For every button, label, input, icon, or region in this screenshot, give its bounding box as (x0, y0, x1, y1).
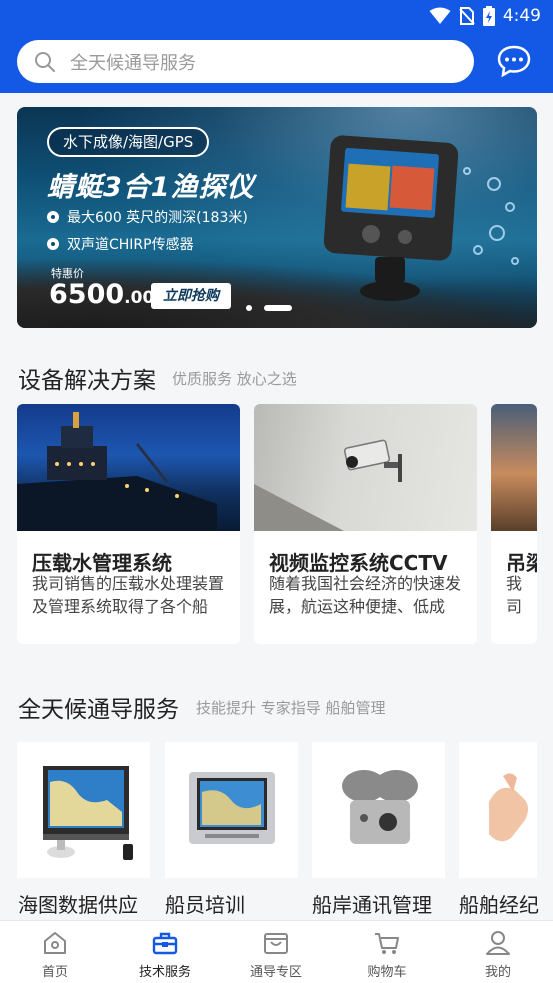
solution-card[interactable]: 吊梁 我司梁 (491, 404, 537, 644)
price-main: 6500 (49, 279, 125, 310)
cctv-camera-image (254, 404, 477, 531)
search-placeholder[interactable]: 全天候通导服务 (70, 49, 196, 75)
services-section-subtitle: 技能提升 专家指导 船舶管理 (196, 699, 386, 717)
nav-item-label: 技术服务 (138, 965, 191, 980)
price: 6500.00 (49, 279, 154, 310)
chart-plotter-image (43, 766, 133, 860)
services-section-title: 全天候通导服务 (18, 697, 179, 723)
carousel-indicators (246, 305, 292, 311)
banner-title: 蜻蜓3合1渔探仪 (47, 172, 255, 203)
promo-banner[interactable]: 水下成像/海图/GPS 蜻蜓3合1渔探仪 最大600 英尺的测深(183米) 双… (17, 107, 537, 328)
carousel-dot[interactable] (246, 305, 252, 311)
solution-card-desc: 我司销售的压载水处理装置及管理系统取得了各个船 (32, 574, 225, 616)
bullet-icon (47, 211, 59, 223)
bubble-decoration (487, 177, 501, 191)
solution-card-desc: 我司梁 (506, 574, 523, 616)
cctv-silhouette (254, 439, 402, 531)
ship-shore-communication-tile[interactable] (312, 742, 445, 878)
wifi-icon (429, 7, 451, 24)
bag-icon (264, 933, 288, 954)
fish-finder-image (323, 135, 459, 301)
top-bar: 4:49 全天候通导服务 (0, 0, 553, 93)
buy-now-button[interactable]: 立即抢购 (151, 283, 231, 309)
chart-data-tile[interactable] (17, 742, 150, 878)
service-label: 船员培训 (165, 893, 245, 917)
nav-item-label: 购物车 (367, 965, 407, 980)
carousel-dot-active[interactable] (264, 305, 292, 311)
clock: 4:49 (502, 6, 541, 26)
bubble-decoration (489, 225, 505, 241)
banner-tag: 水下成像/海图/GPS (47, 127, 210, 157)
service-label: 船岸通讯管理 (312, 893, 432, 917)
nav-item-navigation-zone[interactable]: 通导专区 (221, 921, 331, 983)
nav-item-cart[interactable]: 购物车 (332, 921, 442, 983)
bottom-navigation: 首页 技术服务 通导专区 购物车 我的 (0, 920, 553, 983)
bubble-decoration (505, 202, 515, 212)
monitor-image (189, 772, 275, 844)
service-label: 海图数据供应 (18, 893, 138, 917)
solutions-section-subtitle: 优质服务 放心之选 (172, 370, 297, 388)
status-bar: 4:49 (429, 4, 541, 28)
ship-silhouette (17, 412, 217, 531)
service-label: 船舶经纪 (459, 893, 539, 917)
ship-brokerage-tile[interactable] (459, 742, 537, 878)
search-icon (35, 51, 55, 72)
nav-item-label: 我的 (484, 965, 511, 980)
solution-card[interactable]: 视频监控系统CCTV 随着我国社会经济的快速发展，航运这种便捷、低成 (254, 404, 477, 644)
search-bar[interactable]: 全天候通导服务 (17, 40, 474, 83)
bullet-icon (47, 238, 59, 250)
handshake-image (489, 773, 528, 842)
toolbox-icon (152, 932, 178, 955)
home-icon (44, 932, 66, 954)
ballast-water-ship-image (17, 404, 240, 531)
microphone-image (342, 770, 418, 844)
banner-feature: 最大600 英尺的测深(183米) (47, 207, 248, 227)
nav-item-profile[interactable]: 我的 (443, 921, 553, 983)
nav-item-label: 首页 (41, 965, 68, 980)
solutions-section-title: 设备解决方案 (18, 368, 156, 394)
bubble-decoration (511, 257, 519, 265)
banner-feature-text: 最大600 英尺的测深(183米) (67, 210, 248, 226)
nav-item-home[interactable]: 首页 (0, 921, 110, 983)
banner-feature: 双声道CHIRP传感器 (47, 234, 194, 254)
nav-item-label: 通导专区 (249, 965, 302, 980)
nav-item-tech-service[interactable]: 技术服务 (110, 921, 220, 983)
solution-card-desc: 随着我国社会经济的快速发展，航运这种便捷、低成 (269, 574, 462, 616)
battery-charging-icon (482, 6, 495, 26)
no-sim-icon (459, 7, 475, 25)
price-cents: .00 (124, 288, 155, 308)
cart-icon (375, 933, 399, 954)
banner-feature-text: 双声道CHIRP传感器 (67, 237, 194, 253)
message-icon[interactable] (496, 44, 532, 78)
crew-training-tile[interactable] (165, 742, 298, 878)
solution-card[interactable]: 压载水管理系统 我司销售的压载水处理装置及管理系统取得了各个船 (17, 404, 240, 644)
user-icon (486, 931, 510, 955)
crane-port-image (491, 404, 537, 531)
